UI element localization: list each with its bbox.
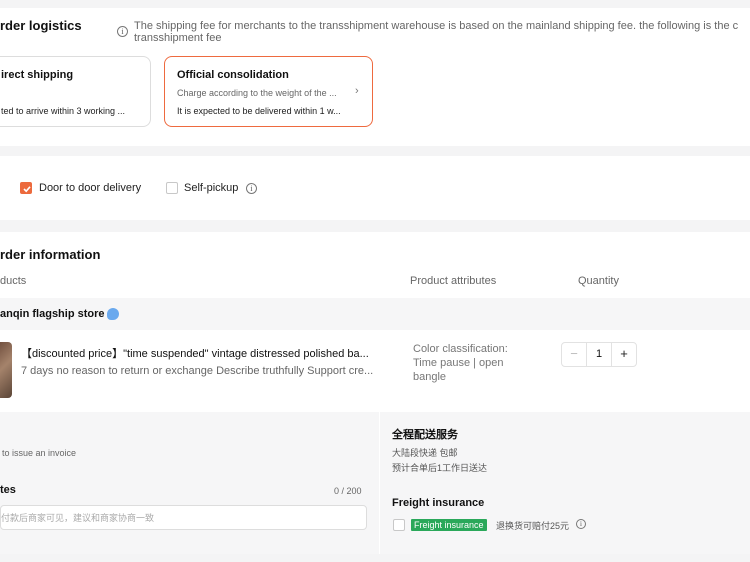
delivery-panel: Door to door delivery Self-pickup i <box>0 156 750 220</box>
product-title[interactable]: 【discounted price】"time suspended" vinta… <box>21 345 389 361</box>
quantity-value[interactable]: 1 <box>586 343 612 366</box>
store-badge-icon <box>107 308 119 320</box>
col-attributes: Product attributes <box>410 275 497 287</box>
product-service-tags: 7 days no reason to return or exchange D… <box>21 365 374 377</box>
attr-value-line1: Time pause | open <box>413 357 504 369</box>
col-quantity: Quantity <box>578 275 619 287</box>
info-icon[interactable]: i <box>576 519 586 529</box>
card-direct-shipping[interactable]: irect shipping ted to arrive within 3 wo… <box>0 56 151 127</box>
freight-insurance-checkbox[interactable] <box>393 519 405 531</box>
notes-label: tes <box>0 484 16 496</box>
freight-desc: 退换货可赔付25元 <box>496 521 570 531</box>
notes-count: 0 / 200 <box>334 486 362 496</box>
logistics-note-line2: transshipment fee <box>134 32 222 44</box>
quantity-stepper[interactable]: − 1 + <box>561 342 637 367</box>
product-image[interactable] <box>0 342 12 398</box>
self-pickup-checkbox[interactable] <box>166 182 178 194</box>
attr-label: Color classification: <box>413 343 508 355</box>
logistics-note: The shipping fee for merchants to the tr… <box>134 20 739 32</box>
service-line2: 预计合单后1工作日送达 <box>392 463 488 473</box>
info-icon[interactable]: i <box>246 183 257 194</box>
store-row: anqin flagship store <box>0 298 750 330</box>
info-icon[interactable]: i <box>117 26 128 37</box>
service-title: 全程配送服务 <box>392 429 458 441</box>
self-pickup-label[interactable]: Self-pickup <box>184 182 238 194</box>
notes-field[interactable] <box>0 505 367 530</box>
card-title: irect shipping <box>1 69 74 81</box>
freight-insurance-tag: Freight insurance <box>411 519 487 531</box>
store-name[interactable]: anqin flagship store <box>0 308 105 320</box>
door-delivery-label[interactable]: Door to door delivery <box>39 182 141 194</box>
card-detail: It is expected to be delivered within 1 … <box>177 106 341 116</box>
notes-input[interactable] <box>1 506 366 529</box>
col-products: ducts <box>0 275 27 287</box>
invoice-link[interactable]: to issue an invoice <box>2 448 76 458</box>
minus-button[interactable]: − <box>562 343 586 366</box>
card-detail: ted to arrive within 3 working ... <box>1 106 126 116</box>
freight-title: Freight insurance <box>392 497 485 509</box>
service-line1: 大陆段快递 包邮 <box>392 448 458 458</box>
order-title: rder information <box>0 247 101 262</box>
checkbox-checked-icon <box>23 186 31 193</box>
chevron-right-icon[interactable]: › <box>355 85 359 97</box>
logistics-title: rder logistics <box>0 18 82 33</box>
card-title: Official consolidation <box>177 69 289 81</box>
card-sub: Charge according to the weight of the ..… <box>177 88 337 98</box>
attr-value-line2: bangle <box>413 371 447 383</box>
plus-button[interactable]: + <box>612 343 636 366</box>
invoice-notes-section <box>0 412 379 554</box>
door-delivery-checkbox[interactable] <box>20 182 32 194</box>
order-panel: rder information ducts Product attribute… <box>0 232 750 554</box>
card-official-consolidation[interactable]: Official consolidation Charge according … <box>164 56 373 127</box>
logistics-panel: rder logistics i The shipping fee for me… <box>0 8 750 146</box>
